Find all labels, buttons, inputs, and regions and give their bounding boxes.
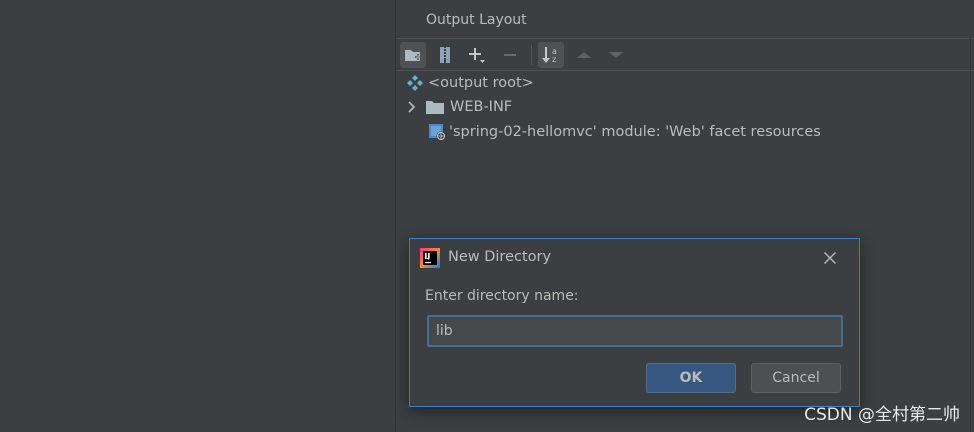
output-layout-title: Output Layout (426, 12, 527, 28)
archive-icon (440, 47, 450, 63)
cancel-button[interactable]: Cancel (751, 363, 841, 393)
tree-item-web-inf[interactable]: WEB-INF (405, 95, 512, 119)
csdn-watermark: CSDN @全村第二帅 (804, 405, 960, 425)
sort-button[interactable]: a z (538, 42, 564, 68)
move-up-icon (577, 52, 591, 58)
dialog-close-button[interactable] (820, 248, 840, 268)
sort-az-icon: a z (542, 47, 557, 64)
plus-dropdown-icon (469, 48, 485, 63)
chevron-right-icon[interactable] (405, 100, 419, 114)
close-icon (824, 252, 836, 264)
dialog-title: New Directory (448, 249, 552, 265)
directory-name-prompt: Enter directory name: (425, 288, 579, 304)
folder-icon (426, 101, 444, 114)
tree-item-output-root[interactable]: <output root> (406, 71, 534, 95)
tree-item-label: <output root> (428, 75, 534, 91)
create-directory-button[interactable] (400, 42, 426, 68)
move-down-button[interactable] (603, 42, 629, 68)
tree-item-label: WEB-INF (450, 99, 513, 115)
left-pane (0, 0, 396, 432)
remove-button[interactable] (497, 42, 523, 68)
directory-name-input[interactable] (427, 315, 843, 347)
move-down-icon (609, 52, 623, 58)
output-root-icon (407, 75, 423, 91)
svg-text:z: z (552, 55, 556, 64)
minus-icon (504, 54, 516, 56)
output-layout-toolbar: a z (397, 38, 974, 71)
new-directory-dialog: New Directory Enter directory name: OK C… (409, 238, 860, 407)
intellij-logo-icon (420, 248, 440, 268)
move-up-button[interactable] (571, 42, 597, 68)
vertical-scrollbar[interactable] (970, 38, 974, 432)
tree-item-label: 'spring-02-hellomvc' module: 'Web' facet… (449, 124, 821, 140)
web-facet-icon (429, 124, 446, 141)
create-archive-button[interactable] (432, 42, 458, 68)
add-copy-button[interactable] (464, 42, 490, 68)
dialog-title-bar[interactable]: New Directory (410, 239, 859, 277)
folder-add-icon (405, 50, 421, 61)
toolbar-separator (531, 45, 532, 65)
tree-item-web-facet-resources[interactable]: 'spring-02-hellomvc' module: 'Web' facet… (428, 120, 821, 144)
ok-button[interactable]: OK (646, 363, 736, 393)
